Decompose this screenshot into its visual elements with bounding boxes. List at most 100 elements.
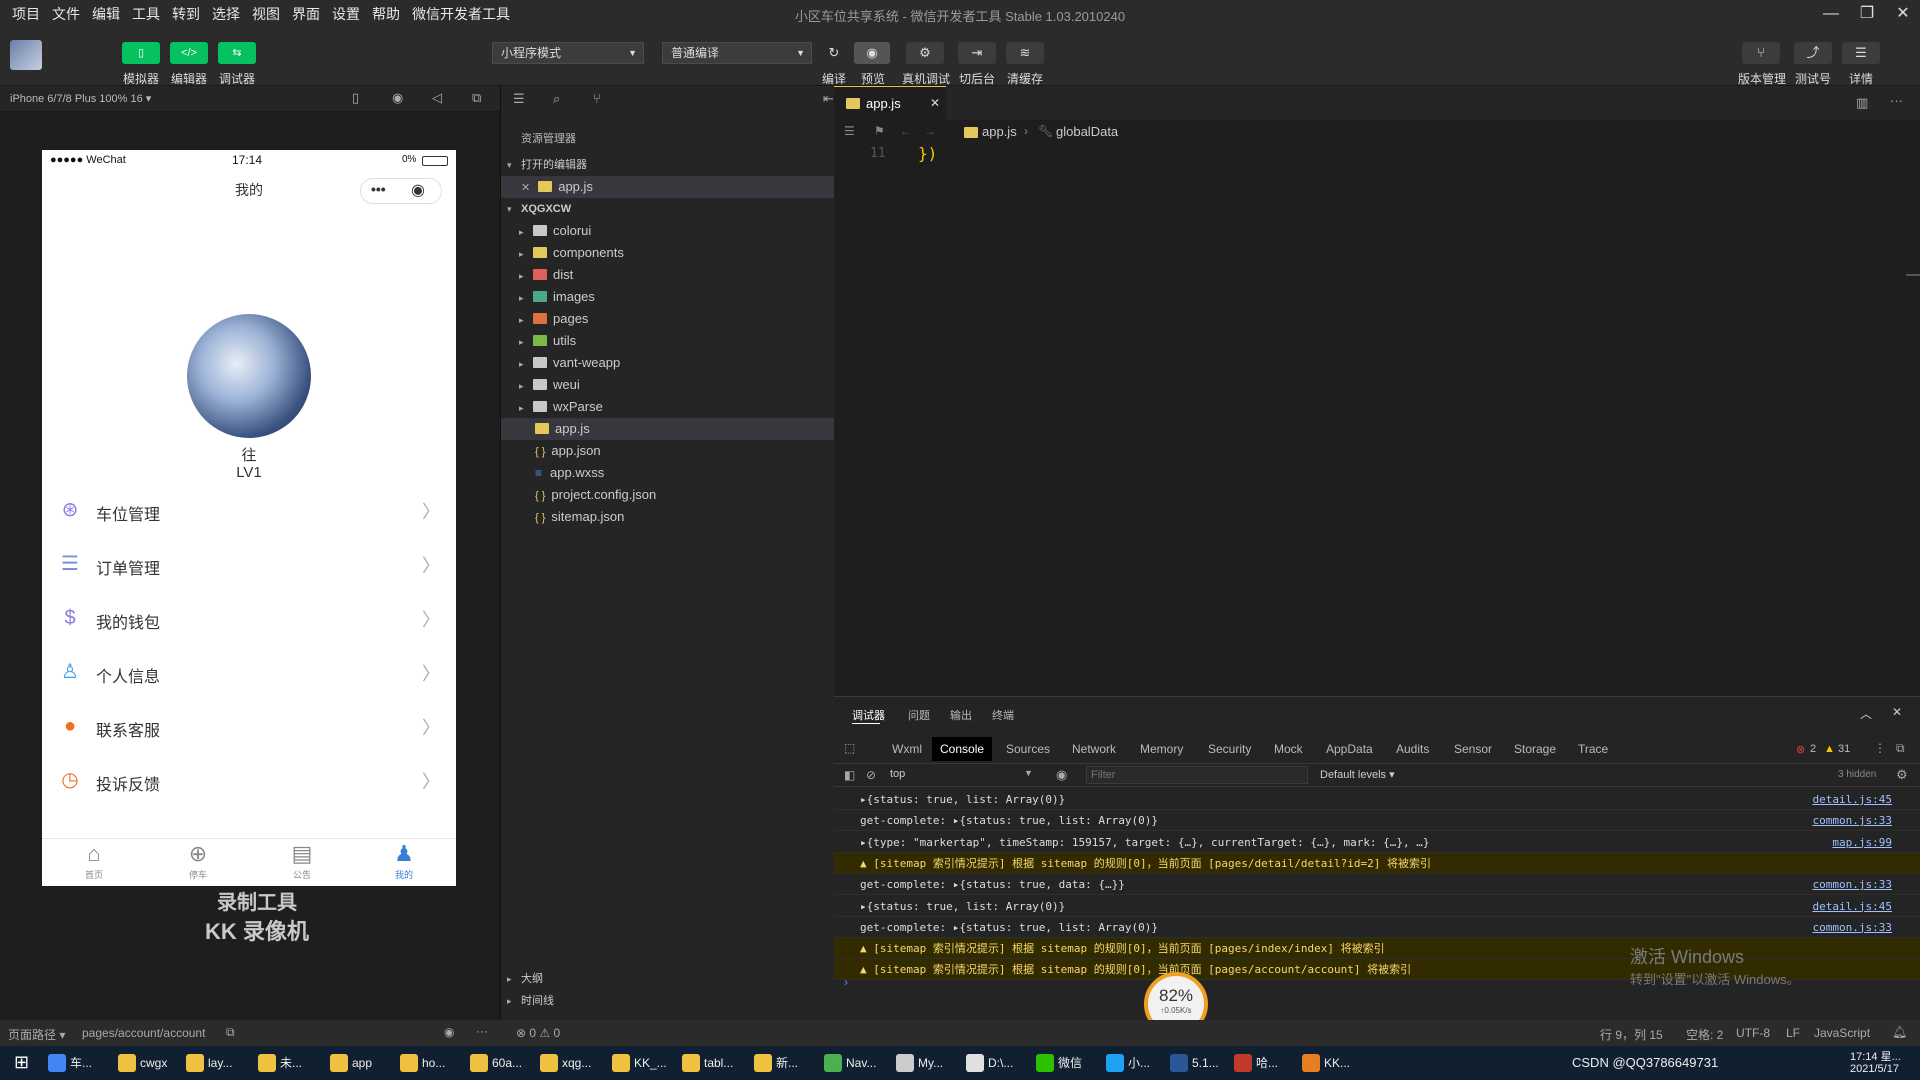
tab-home[interactable]: ⌂ 首页 xyxy=(54,840,134,886)
version-control-icon[interactable]: ⑂ xyxy=(1742,42,1780,64)
console-log-entry[interactable]: ▲ [sitemap 索引情况提示] 根据 sitemap 的规则[0]，当前页… xyxy=(834,852,1920,874)
menu-item[interactable]: 转到 xyxy=(172,4,200,24)
tab-trace[interactable]: Trace xyxy=(1570,737,1616,761)
tree-file[interactable]: { } app.json xyxy=(501,440,835,462)
taskbar-app[interactable]: 未... xyxy=(256,1050,328,1076)
breadcrumb-file[interactable]: app.js xyxy=(982,124,1017,139)
refresh-icon[interactable]: ↻ xyxy=(816,42,852,64)
code-line[interactable]: }) xyxy=(918,144,937,163)
git-icon[interactable]: ⑂ xyxy=(593,91,601,106)
tab-memory[interactable]: Memory xyxy=(1132,737,1191,761)
tree-folder[interactable]: ▸ pages xyxy=(501,308,835,330)
console-log-source[interactable]: common.js:33 xyxy=(1813,917,1892,938)
dock-icon[interactable]: ⧉ xyxy=(1896,741,1905,756)
menu-item-profile[interactable]: ♙ 个人信息 〉 xyxy=(42,648,456,698)
warning-count-icon[interactable]: ▲ xyxy=(1824,743,1835,755)
tree-folder[interactable]: ▸ images xyxy=(501,286,835,308)
taskbar-app[interactable]: KK_... xyxy=(610,1050,680,1076)
details-icon[interactable]: ☰ xyxy=(1842,42,1880,64)
menu-item[interactable]: 界面 xyxy=(292,4,320,24)
clock-date[interactable]: 2021/5/17 xyxy=(1850,1063,1899,1075)
list-view-icon[interactable]: ☰ xyxy=(513,91,525,107)
console-log-entry[interactable]: get-complete: ▸{status: true, list: Arra… xyxy=(834,810,1920,832)
search-icon[interactable]: ⌕ xyxy=(553,91,560,107)
close-icon[interactable]: ✕ xyxy=(930,96,940,110)
tree-file[interactable]: { } sitemap.json xyxy=(501,506,835,528)
tab-notice[interactable]: ▤ 公告 xyxy=(262,840,342,886)
clear-console-icon[interactable]: ⊘ xyxy=(866,768,876,782)
tab-audits[interactable]: Audits xyxy=(1388,737,1437,761)
taskbar-app[interactable]: Nav... xyxy=(822,1050,894,1076)
taskbar-app[interactable]: xqg... xyxy=(538,1050,610,1076)
open-editors-section[interactable]: ▾ 打开的编辑器 xyxy=(501,154,835,176)
chevron-up-icon[interactable]: ︿ xyxy=(1860,705,1872,722)
tab-appdata[interactable]: AppData xyxy=(1318,737,1381,761)
simulator-toggle-icon[interactable]: ▯ xyxy=(122,42,160,64)
taskbar-app[interactable]: app xyxy=(328,1050,398,1076)
line-ending[interactable]: LF xyxy=(1786,1026,1800,1040)
list-icon[interactable]: ☰ xyxy=(844,124,855,138)
test-account-icon[interactable]: ⤴ xyxy=(1794,42,1832,64)
debugger-toggle-icon[interactable]: ⇆ xyxy=(218,42,256,64)
console-log-source[interactable]: map.js:99 xyxy=(1832,832,1892,853)
menu-item-wallet[interactable]: $ 我的钱包 〉 xyxy=(42,594,456,644)
tab-network[interactable]: Network xyxy=(1064,737,1124,761)
menu-item-feedback[interactable]: ◷ 投诉反馈 〉 xyxy=(42,756,456,806)
settings-icon[interactable]: ⚙ xyxy=(1896,767,1908,783)
taskbar-app[interactable]: cwgx xyxy=(116,1050,184,1076)
close-icon[interactable]: ✕ xyxy=(1892,705,1902,719)
notification-icon[interactable]: 🔔︎ xyxy=(1892,1025,1907,1039)
tree-folder[interactable]: ▸ weui xyxy=(501,374,835,396)
tree-folder[interactable]: ▸ dist xyxy=(501,264,835,286)
forward-icon[interactable]: → xyxy=(924,124,936,138)
taskbar-app[interactable]: 60a... xyxy=(468,1050,538,1076)
panel-tab-output[interactable]: 输出 xyxy=(950,707,972,723)
tree-folder[interactable]: ▸ vant-weapp xyxy=(501,352,835,374)
console-log-entry[interactable]: ▸{status: true, list: Array(0)} detail.js… xyxy=(834,896,1920,917)
eye-icon[interactable]: ◉ xyxy=(444,1025,454,1039)
taskbar-app[interactable]: lay... xyxy=(184,1050,256,1076)
page-path-label[interactable]: 页面路径 ▾ xyxy=(8,1026,65,1043)
menu-item-parking[interactable]: ⊛ 车位管理 〉 xyxy=(42,486,456,536)
console-log-source[interactable]: common.js:33 xyxy=(1813,874,1892,895)
inspect-icon[interactable]: ⬚ xyxy=(844,741,855,755)
tree-file[interactable]: app.js xyxy=(501,418,835,440)
collapse-panel-icon[interactable]: ⇤ xyxy=(823,91,834,107)
mode-select[interactable]: 小程序模式 ▼ xyxy=(492,42,644,64)
clock-time[interactable]: 17:14 星... xyxy=(1850,1048,1901,1064)
more-icon[interactable]: ··· xyxy=(1890,93,1903,108)
phone-icon[interactable]: ▯ xyxy=(352,90,359,106)
tab-console[interactable]: Console xyxy=(932,737,993,761)
menu-item[interactable]: 文件 xyxy=(52,4,80,24)
tree-file[interactable]: { } project.config.json xyxy=(501,484,835,506)
kebab-menu-icon[interactable]: ⋮ xyxy=(1874,741,1886,755)
taskbar-app[interactable]: tabl... xyxy=(680,1050,752,1076)
windows-start-icon[interactable]: ⊞ xyxy=(14,1052,29,1073)
menu-item-orders[interactable]: ☰ 订单管理 〉 xyxy=(42,540,456,590)
record-icon[interactable]: ◉ xyxy=(392,90,403,106)
device-select[interactable]: iPhone 6/7/8 Plus 100% 16 ▾ xyxy=(10,92,151,105)
console-log-entry[interactable]: get-complete: ▸{status: true, data: {…}}… xyxy=(834,874,1920,896)
avatar[interactable] xyxy=(187,314,311,438)
menu-item[interactable]: 工具 xyxy=(132,4,160,24)
minimize-icon[interactable]: — xyxy=(1816,4,1846,24)
tab-sensor[interactable]: Sensor xyxy=(1446,737,1500,761)
menu-item[interactable]: 设置 xyxy=(332,4,360,24)
menu-item[interactable]: 项目 xyxy=(12,4,40,24)
tab-wxml[interactable]: Wxml xyxy=(884,737,930,761)
editor-toggle-icon[interactable]: </> xyxy=(170,42,208,64)
bookmark-icon[interactable]: ⚑ xyxy=(874,124,885,138)
more-icon[interactable]: ••• xyxy=(371,181,386,197)
console-filter-input[interactable] xyxy=(1086,766,1308,784)
error-count-icon[interactable]: ⊗ xyxy=(1796,743,1805,756)
console-log-source[interactable]: detail.js:45 xyxy=(1813,896,1892,917)
close-icon[interactable]: ✕ xyxy=(1888,4,1918,24)
close-icon[interactable]: ✕ xyxy=(521,182,530,194)
menu-item[interactable]: 帮助 xyxy=(372,4,400,24)
tab-sources[interactable]: Sources xyxy=(998,737,1058,761)
panel-tab-terminal[interactable]: 终端 xyxy=(992,707,1014,723)
project-section[interactable]: ▾ XQGXCW xyxy=(501,198,835,220)
taskbar-app[interactable]: 5.1... xyxy=(1168,1050,1232,1076)
menu-item[interactable]: 编辑 xyxy=(92,4,120,24)
preview-icon[interactable]: ◉ xyxy=(854,42,890,64)
